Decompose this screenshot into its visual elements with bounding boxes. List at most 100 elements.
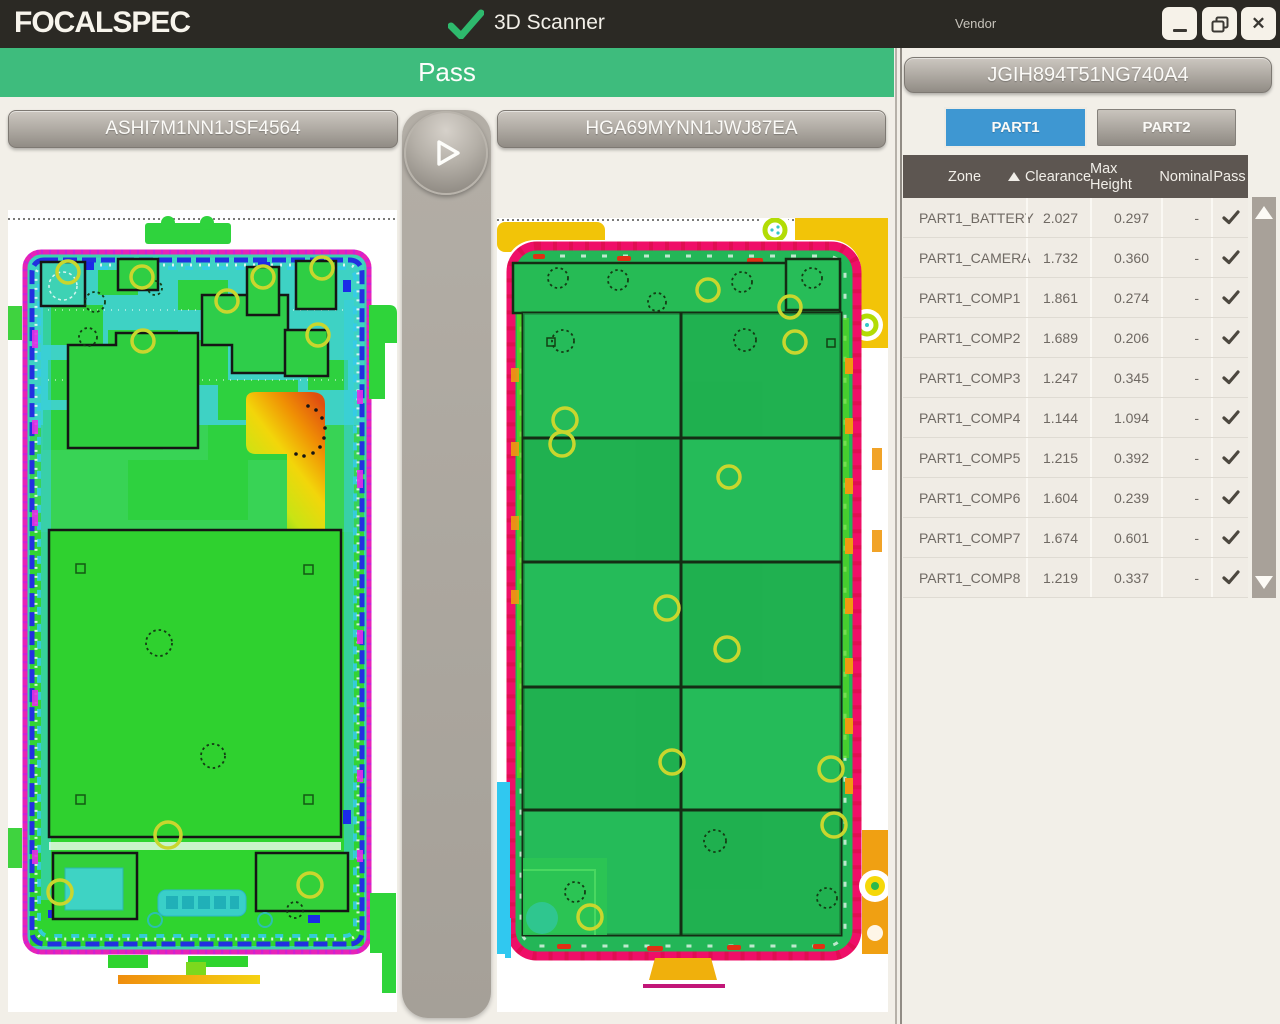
pass-check-icon: [1222, 490, 1240, 505]
cell-pass: [1211, 398, 1248, 437]
cell-max-height: 0.297: [1090, 198, 1161, 237]
close-button[interactable]: ✕: [1241, 7, 1276, 40]
app-title: 3D Scanner: [494, 11, 605, 35]
pass-check-icon: [1222, 250, 1240, 265]
cell-max-height: 1.094: [1090, 398, 1161, 437]
table-row[interactable]: PART1_COMP6 1.604 0.239 -: [903, 478, 1248, 518]
column-header-pass[interactable]: Pass: [1211, 155, 1248, 198]
column-header-nominal[interactable]: Nominal: [1161, 155, 1211, 198]
scroll-up-icon[interactable]: [1255, 206, 1273, 219]
results-table-header: Zone Clearance Max Height Nominal Pass: [903, 155, 1248, 198]
pass-check-icon: [1222, 530, 1240, 545]
cell-zone: PART1_COMP2: [903, 318, 1026, 357]
cell-clearance: 1.674: [1026, 518, 1090, 557]
right-scan-serial-button[interactable]: HGA69MYNN1JWJ87EA: [497, 110, 886, 148]
cell-zone: PART1_COMP8: [903, 558, 1026, 597]
cell-pass: [1211, 358, 1248, 397]
cell-clearance: 1.247: [1026, 358, 1090, 397]
cell-zone: PART1_BATTERY: [903, 198, 1026, 237]
vendor-label: Vendor: [955, 16, 996, 31]
cell-pass: [1211, 478, 1248, 517]
column-header-nominal-label: Nominal: [1159, 169, 1212, 185]
pass-check-icon: [1222, 370, 1240, 385]
column-header-zone[interactable]: Zone: [903, 155, 1026, 198]
play-button[interactable]: [404, 111, 488, 195]
right-scan-heatmap: [497, 218, 888, 1012]
cell-nominal: -: [1161, 398, 1211, 437]
table-row[interactable]: PART1_COMP5 1.215 0.392 -: [903, 438, 1248, 478]
column-header-zone-label: Zone: [948, 169, 981, 185]
table-row[interactable]: PART1_COMP2 1.689 0.206 -: [903, 318, 1248, 358]
cell-max-height: 0.360: [1090, 238, 1161, 277]
table-scrollbar[interactable]: [1252, 197, 1276, 598]
panel-divider: [895, 48, 902, 1024]
restore-icon: [1210, 15, 1230, 33]
right-scan-serial: HGA69MYNN1JWJ87EA: [585, 118, 797, 140]
cell-zone: PART1_COMP6: [903, 478, 1026, 517]
table-row[interactable]: PART1_CAMERA 1.732 0.360 -: [903, 238, 1248, 278]
result-status-text: Pass: [418, 57, 476, 88]
cell-nominal: -: [1161, 518, 1211, 557]
status-checkmark-icon: [448, 9, 484, 39]
tab-part2[interactable]: PART2: [1097, 109, 1236, 146]
cell-pass: [1211, 558, 1248, 597]
cell-clearance: 1.144: [1026, 398, 1090, 437]
part-serial: JGIH894T51NG740A4: [987, 64, 1188, 87]
part-serial-button[interactable]: JGIH894T51NG740A4: [904, 57, 1272, 93]
pass-check-icon: [1222, 330, 1240, 345]
tab-part1-label: PART1: [991, 119, 1039, 136]
table-row[interactable]: PART1_COMP8 1.219 0.337 -: [903, 558, 1248, 598]
cell-zone: PART1_COMP1: [903, 278, 1026, 317]
cell-nominal: -: [1161, 238, 1211, 277]
play-icon: [424, 131, 468, 175]
cell-clearance: 1.732: [1026, 238, 1090, 277]
tab-part2-label: PART2: [1142, 119, 1190, 136]
cell-clearance: 2.027: [1026, 198, 1090, 237]
cell-nominal: -: [1161, 558, 1211, 597]
application-window: FOCALSPEC 3D Scanner Vendor ✕ Pass ASHI7…: [0, 0, 1280, 1024]
column-header-pass-label: Pass: [1213, 169, 1245, 185]
board-footer-shapes: [108, 955, 260, 984]
close-icon: ✕: [1251, 15, 1265, 32]
left-scan-heatmap: [8, 210, 397, 1012]
cell-max-height: 0.274: [1090, 278, 1161, 317]
restore-button[interactable]: [1202, 7, 1237, 40]
board-top-tab: [145, 216, 231, 244]
cell-max-height: 0.206: [1090, 318, 1161, 357]
column-header-clearance[interactable]: Clearance: [1026, 155, 1090, 198]
table-row[interactable]: PART1_COMP3 1.247 0.345 -: [903, 358, 1248, 398]
pass-check-icon: [1222, 290, 1240, 305]
results-table: Zone Clearance Max Height Nominal Pass P…: [903, 155, 1248, 598]
result-status-banner: Pass: [0, 48, 894, 97]
cell-pass: [1211, 318, 1248, 357]
table-row[interactable]: PART1_BATTERY 2.027 0.297 -: [903, 198, 1248, 238]
pass-check-icon: [1222, 450, 1240, 465]
table-row[interactable]: PART1_COMP4 1.144 1.094 -: [903, 398, 1248, 438]
scan-control-bar: [402, 110, 491, 1018]
cell-pass: [1211, 438, 1248, 477]
table-row[interactable]: PART1_COMP7 1.674 0.601 -: [903, 518, 1248, 558]
cell-nominal: -: [1161, 318, 1211, 357]
tab-part1[interactable]: PART1: [946, 109, 1085, 146]
column-header-max-height[interactable]: Max Height: [1090, 155, 1161, 198]
scroll-down-icon[interactable]: [1255, 576, 1273, 589]
column-header-max-height-label: Max Height: [1090, 161, 1161, 193]
minimize-button[interactable]: [1162, 7, 1197, 40]
cell-max-height: 0.239: [1090, 478, 1161, 517]
cell-nominal: -: [1161, 478, 1211, 517]
cell-zone: PART1_COMP7: [903, 518, 1026, 557]
cell-max-height: 0.392: [1090, 438, 1161, 477]
cell-max-height: 0.345: [1090, 358, 1161, 397]
cell-zone: PART1_COMP3: [903, 358, 1026, 397]
pass-check-icon: [1222, 410, 1240, 425]
right-scan-panel: [497, 218, 888, 1012]
left-scan-serial-button[interactable]: ASHI7M1NN1JSF4564: [8, 110, 398, 148]
left-scan-serial: ASHI7M1NN1JSF4564: [105, 118, 300, 140]
inspection-grid: [513, 259, 841, 935]
brand-logo: FOCALSPEC: [14, 6, 190, 40]
cell-nominal: -: [1161, 278, 1211, 317]
table-row[interactable]: PART1_COMP1 1.861 0.274 -: [903, 278, 1248, 318]
cell-clearance: 1.861: [1026, 278, 1090, 317]
cell-nominal: -: [1161, 438, 1211, 477]
inspection-zone-outlines: [41, 259, 348, 919]
